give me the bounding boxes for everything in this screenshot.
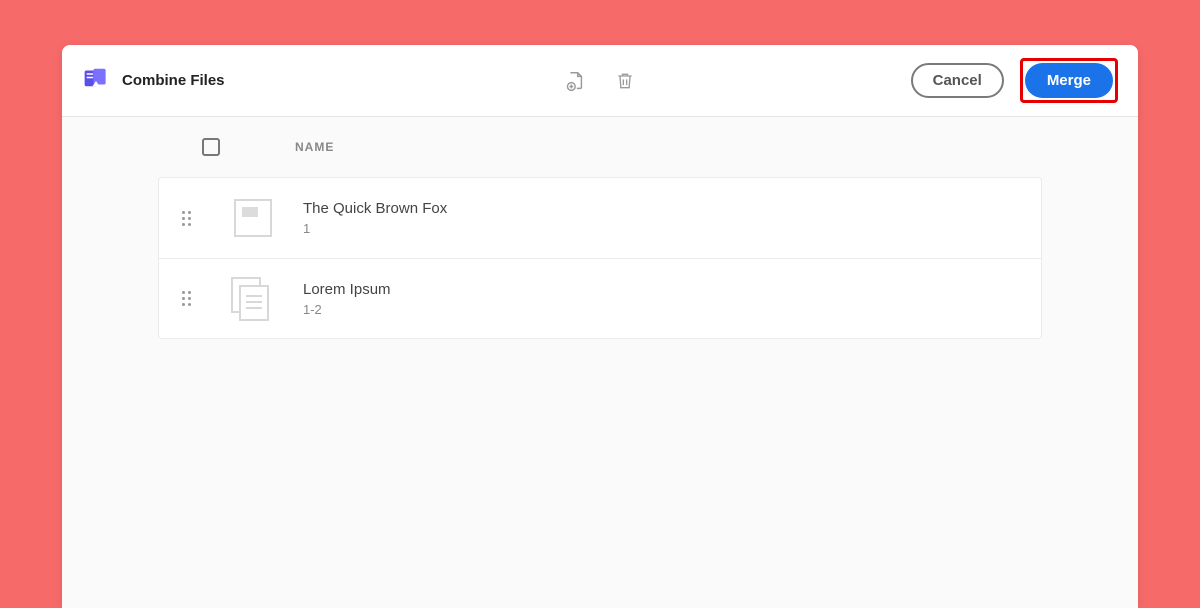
file-thumbnail-icon bbox=[231, 196, 275, 240]
file-text: Lorem Ipsum 1-2 bbox=[303, 281, 391, 317]
file-pages: 1 bbox=[303, 221, 447, 236]
select-all-checkbox[interactable] bbox=[202, 138, 220, 156]
drag-handle-icon[interactable] bbox=[179, 291, 193, 306]
toolbar-actions: Cancel Merge bbox=[911, 58, 1118, 103]
file-list-area: NAME The Quick Brown Fox 1 bbox=[62, 117, 1138, 339]
trash-icon[interactable] bbox=[614, 70, 636, 92]
file-row[interactable]: Lorem Ipsum 1-2 bbox=[159, 258, 1041, 338]
combine-files-icon bbox=[82, 67, 110, 95]
file-list: The Quick Brown Fox 1 Lorem Ipsum 1-2 bbox=[158, 177, 1042, 339]
merge-button[interactable]: Merge bbox=[1025, 63, 1113, 98]
file-text: The Quick Brown Fox 1 bbox=[303, 200, 447, 236]
combine-files-panel: Combine Files Cancel bbox=[62, 45, 1138, 608]
toolbar: Combine Files Cancel bbox=[62, 45, 1138, 117]
toolbar-center bbox=[564, 70, 636, 92]
file-pages: 1-2 bbox=[303, 302, 391, 317]
add-file-icon[interactable] bbox=[564, 70, 586, 92]
file-name: Lorem Ipsum bbox=[303, 281, 391, 298]
list-header: NAME bbox=[62, 117, 1138, 177]
page-title: Combine Files bbox=[122, 72, 225, 89]
merge-highlight: Merge bbox=[1020, 58, 1118, 103]
cancel-button[interactable]: Cancel bbox=[911, 63, 1004, 98]
column-header-name: NAME bbox=[295, 140, 334, 154]
file-row[interactable]: The Quick Brown Fox 1 bbox=[159, 178, 1041, 258]
file-stack-thumbnail-icon bbox=[231, 277, 275, 321]
drag-handle-icon[interactable] bbox=[179, 211, 193, 226]
file-name: The Quick Brown Fox bbox=[303, 200, 447, 217]
